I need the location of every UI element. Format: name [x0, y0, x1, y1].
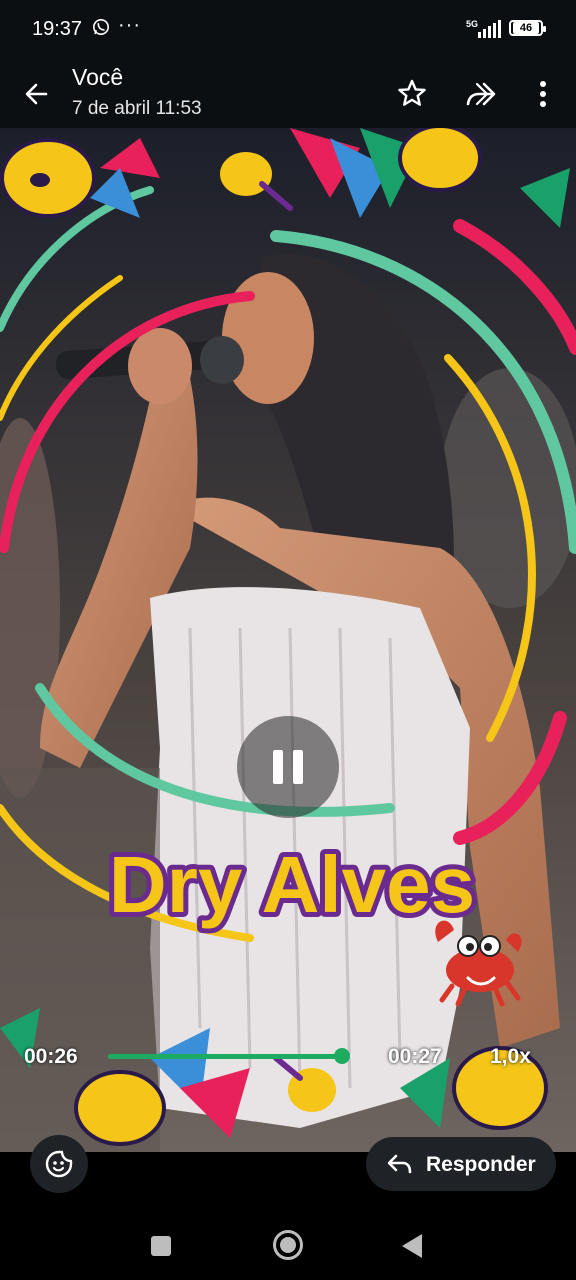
home-circle-icon[interactable] [273, 1230, 303, 1260]
battery-level: 46 [513, 22, 539, 34]
status-bar: 19:37 ··· 5G 46 [0, 0, 576, 60]
network-type-label: 5G [466, 19, 479, 29]
reply-button[interactable]: Responder [366, 1137, 556, 1191]
playback-speed-button[interactable]: 1,0x [490, 1045, 531, 1069]
recents-square-icon[interactable] [151, 1236, 171, 1256]
reply-icon [387, 1154, 412, 1174]
status-time: 19:37 [32, 18, 83, 40]
sticker-smile-icon [45, 1150, 73, 1178]
signal-icon [478, 20, 501, 38]
crab-icon [435, 920, 522, 1007]
more-vert-icon[interactable] [528, 76, 558, 112]
back-triangle-icon[interactable] [402, 1234, 422, 1258]
message-date: 7 de abril 11:53 [72, 98, 202, 119]
star-icon[interactable] [394, 76, 430, 112]
app-bar: Você 7 de abril 11:53 [0, 60, 576, 128]
current-time: 00:26 [24, 1045, 78, 1068]
sticker-button[interactable] [30, 1135, 88, 1193]
forward-icon[interactable] [462, 76, 502, 112]
seek-bar[interactable] [108, 1048, 352, 1064]
pause-button[interactable] [237, 716, 339, 818]
whatsapp-icon [93, 19, 109, 35]
arrow-left-icon[interactable] [18, 74, 58, 114]
system-nav-bar [0, 1200, 576, 1280]
reply-label: Responder [426, 1153, 536, 1176]
battery-icon: 46 [509, 20, 546, 36]
more-dots-icon: ··· [118, 14, 141, 36]
overlay-title-text: Dry Alves [109, 840, 475, 929]
seek-bar-progress [108, 1054, 343, 1059]
sender-name: Você [72, 64, 124, 90]
total-time: 00:27 [388, 1045, 442, 1068]
